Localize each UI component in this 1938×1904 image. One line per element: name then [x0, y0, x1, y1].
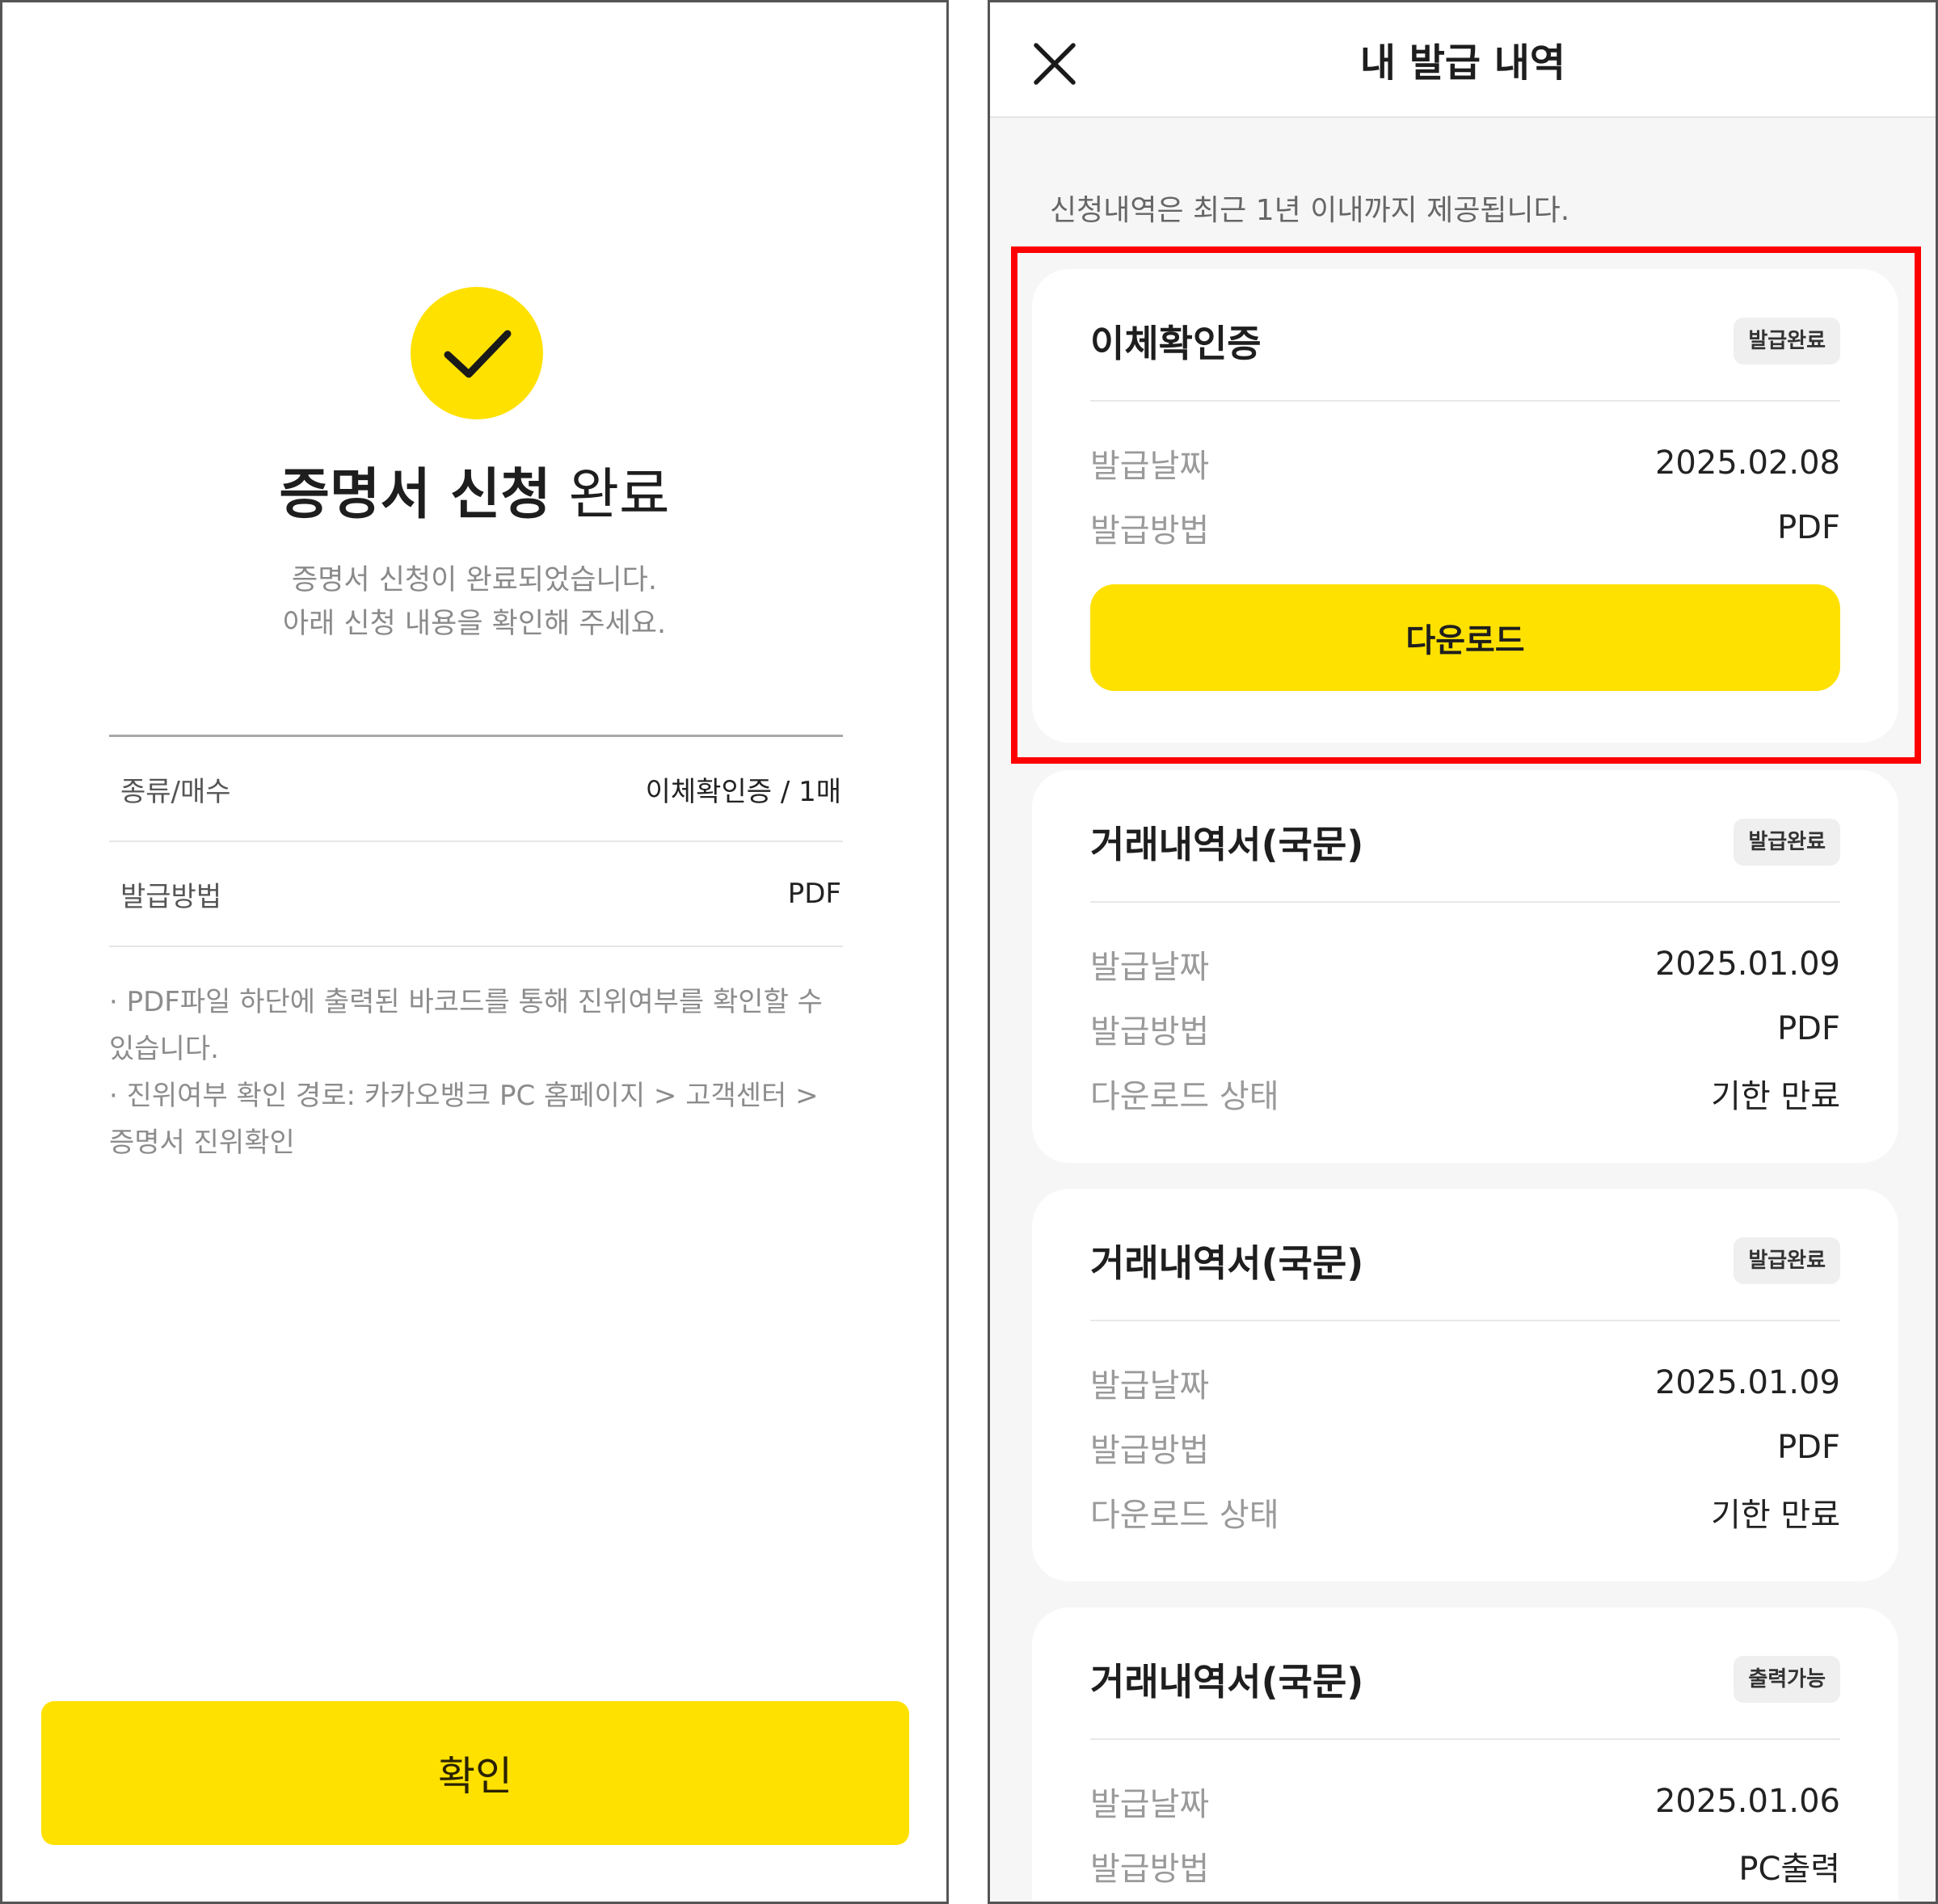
confirm-button[interactable]: 확인 — [41, 1701, 909, 1845]
field-value: 2025.01.09 — [1654, 1364, 1840, 1401]
page-title-regular: 완료 — [550, 463, 670, 527]
card-body: 발급날짜 2025.02.08 발급방법 PDF 다운로드 — [1090, 402, 1840, 691]
field-label: 발급방법 — [1090, 512, 1210, 550]
row-value: PDF — [787, 878, 841, 910]
status-badge: 발급완료 — [1734, 819, 1840, 866]
field-label: 발급날짜 — [1090, 1367, 1210, 1405]
description-line: 아래 신청 내용을 확인해 주세요. — [282, 608, 667, 640]
note-verify-path: · 진위여부 확인 경로: 카카오뱅크 PC 홈페이지 > 고객센터 > 증명서… — [109, 1080, 819, 1159]
field-issue-method: 발급방법 PDF — [1090, 495, 1840, 560]
field-issue-method: 발급방법 PDF — [1090, 996, 1840, 1061]
card-body: 발급날짜 2025.01.06 발급방법 PC출력 — [1090, 1740, 1840, 1898]
status-badge: 발급완료 — [1734, 318, 1840, 364]
page-title: 증명서 신청 완료 — [2, 459, 946, 532]
card-header: 이체확인증 발급완료 — [1090, 269, 1840, 402]
field-label: 발급날짜 — [1090, 949, 1210, 986]
field-value: 기한 만료 — [1711, 1497, 1840, 1534]
field-label: 발급날짜 — [1090, 1786, 1210, 1823]
card-title: 거래내역서(국문) — [1090, 1660, 1364, 1704]
certificate-complete-screen: 증명서 신청 완료 증명서 신청이 완료되었습니다. 아래 신청 내용을 확인해… — [0, 0, 949, 1904]
summary-row-issue-method: 발급방법 PDF — [109, 842, 843, 947]
field-value: 2025.02.08 — [1654, 444, 1840, 482]
field-issue-method: 발급방법 PC출력 — [1090, 1834, 1840, 1898]
field-value: PDF — [1777, 509, 1840, 546]
field-issue-method: 발급방법 PDF — [1090, 1415, 1840, 1480]
history-card[interactable]: 거래내역서(국문) 발급완료 발급날짜 2025.01.09 발급방법 PDF … — [1032, 1189, 1898, 1582]
card-header: 거래내역서(국문) 발급완료 — [1090, 770, 1840, 903]
request-summary-table: 종류/매수 이체확인증 / 1매 발급방법 PDF — [109, 735, 843, 947]
status-badge: 출력가능 — [1734, 1656, 1840, 1703]
card-title: 이체확인증 — [1090, 322, 1262, 365]
row-label: 종류/매수 — [120, 775, 231, 808]
field-value: PC출력 — [1738, 1851, 1840, 1888]
field-label: 발급날짜 — [1090, 448, 1210, 485]
note-barcode: · PDF파일 하단에 출력된 바코드를 통해 진위여부를 확인할 수 있습니다… — [109, 986, 823, 1065]
field-issue-date: 발급날짜 2025.01.06 — [1090, 1769, 1840, 1834]
field-label: 다운로드 상태 — [1090, 1078, 1279, 1115]
issuance-history-screen: 내 발급 내역 신청내역은 최근 1년 이내까지 제공됩니다. 이체확인증 발급… — [988, 0, 1938, 1904]
notes: · PDF파일 하단에 출력된 바코드를 통해 진위여부를 확인할 수 있습니다… — [109, 979, 845, 1166]
close-icon[interactable] — [1032, 41, 1077, 86]
field-value: 2025.01.06 — [1654, 1783, 1840, 1820]
row-label: 발급방법 — [120, 880, 222, 913]
download-button[interactable]: 다운로드 — [1090, 584, 1840, 691]
card-body: 발급날짜 2025.01.09 발급방법 PDF 다운로드 상태 기한 만료 — [1090, 903, 1840, 1126]
field-label: 발급방법 — [1090, 1013, 1210, 1051]
history-card: 이체확인증 발급완료 발급날짜 2025.02.08 발급방법 PDF 다운로드 — [1032, 269, 1898, 743]
field-value: PDF — [1777, 1429, 1840, 1466]
field-value: 2025.01.09 — [1654, 946, 1840, 983]
card-header: 거래내역서(국문) 발급완료 — [1090, 1189, 1840, 1321]
card-body: 발급날짜 2025.01.09 발급방법 PDF 다운로드 상태 기한 만료 — [1090, 1321, 1840, 1544]
card-header: 거래내역서(국문) 출력가능 — [1090, 1607, 1840, 1740]
field-issue-date: 발급날짜 2025.01.09 — [1090, 1350, 1840, 1415]
field-label: 발급방법 — [1090, 1851, 1210, 1888]
completion-description: 증명서 신청이 완료되었습니다. 아래 신청 내용을 확인해 주세요. — [2, 558, 946, 646]
status-badge: 발급완료 — [1734, 1237, 1840, 1284]
field-label: 다운로드 상태 — [1090, 1497, 1279, 1534]
field-value: PDF — [1777, 1010, 1840, 1047]
field-download-status: 다운로드 상태 기한 만료 — [1090, 1061, 1840, 1126]
field-download-status: 다운로드 상태 기한 만료 — [1090, 1480, 1840, 1544]
card-title: 거래내역서(국문) — [1090, 823, 1364, 866]
card-title: 거래내역서(국문) — [1090, 1241, 1364, 1285]
page-title-bold: 증명서 신청 — [279, 463, 551, 527]
field-label: 발급방법 — [1090, 1432, 1210, 1469]
top-bar: 내 발급 내역 — [990, 2, 1936, 118]
field-issue-date: 발급날짜 2025.01.09 — [1090, 932, 1840, 996]
row-value: 이체확인증 / 1매 — [645, 775, 841, 808]
history-card[interactable]: 거래내역서(국문) 발급완료 발급날짜 2025.01.09 발급방법 PDF … — [1032, 770, 1898, 1163]
field-value: 기한 만료 — [1711, 1078, 1840, 1115]
check-icon — [411, 287, 543, 419]
retention-notice: 신청내역은 최근 1년 이내까지 제공됩니다. — [1050, 194, 1570, 227]
field-issue-date: 발급날짜 2025.02.08 — [1090, 431, 1840, 495]
history-card[interactable]: 거래내역서(국문) 출력가능 발급날짜 2025.01.06 발급방법 PC출력 — [1032, 1607, 1898, 1902]
summary-row-type-count: 종류/매수 이체확인증 / 1매 — [109, 737, 843, 842]
screen-title: 내 발급 내역 — [1359, 40, 1566, 86]
description-line: 증명서 신청이 완료되었습니다. — [292, 564, 657, 596]
